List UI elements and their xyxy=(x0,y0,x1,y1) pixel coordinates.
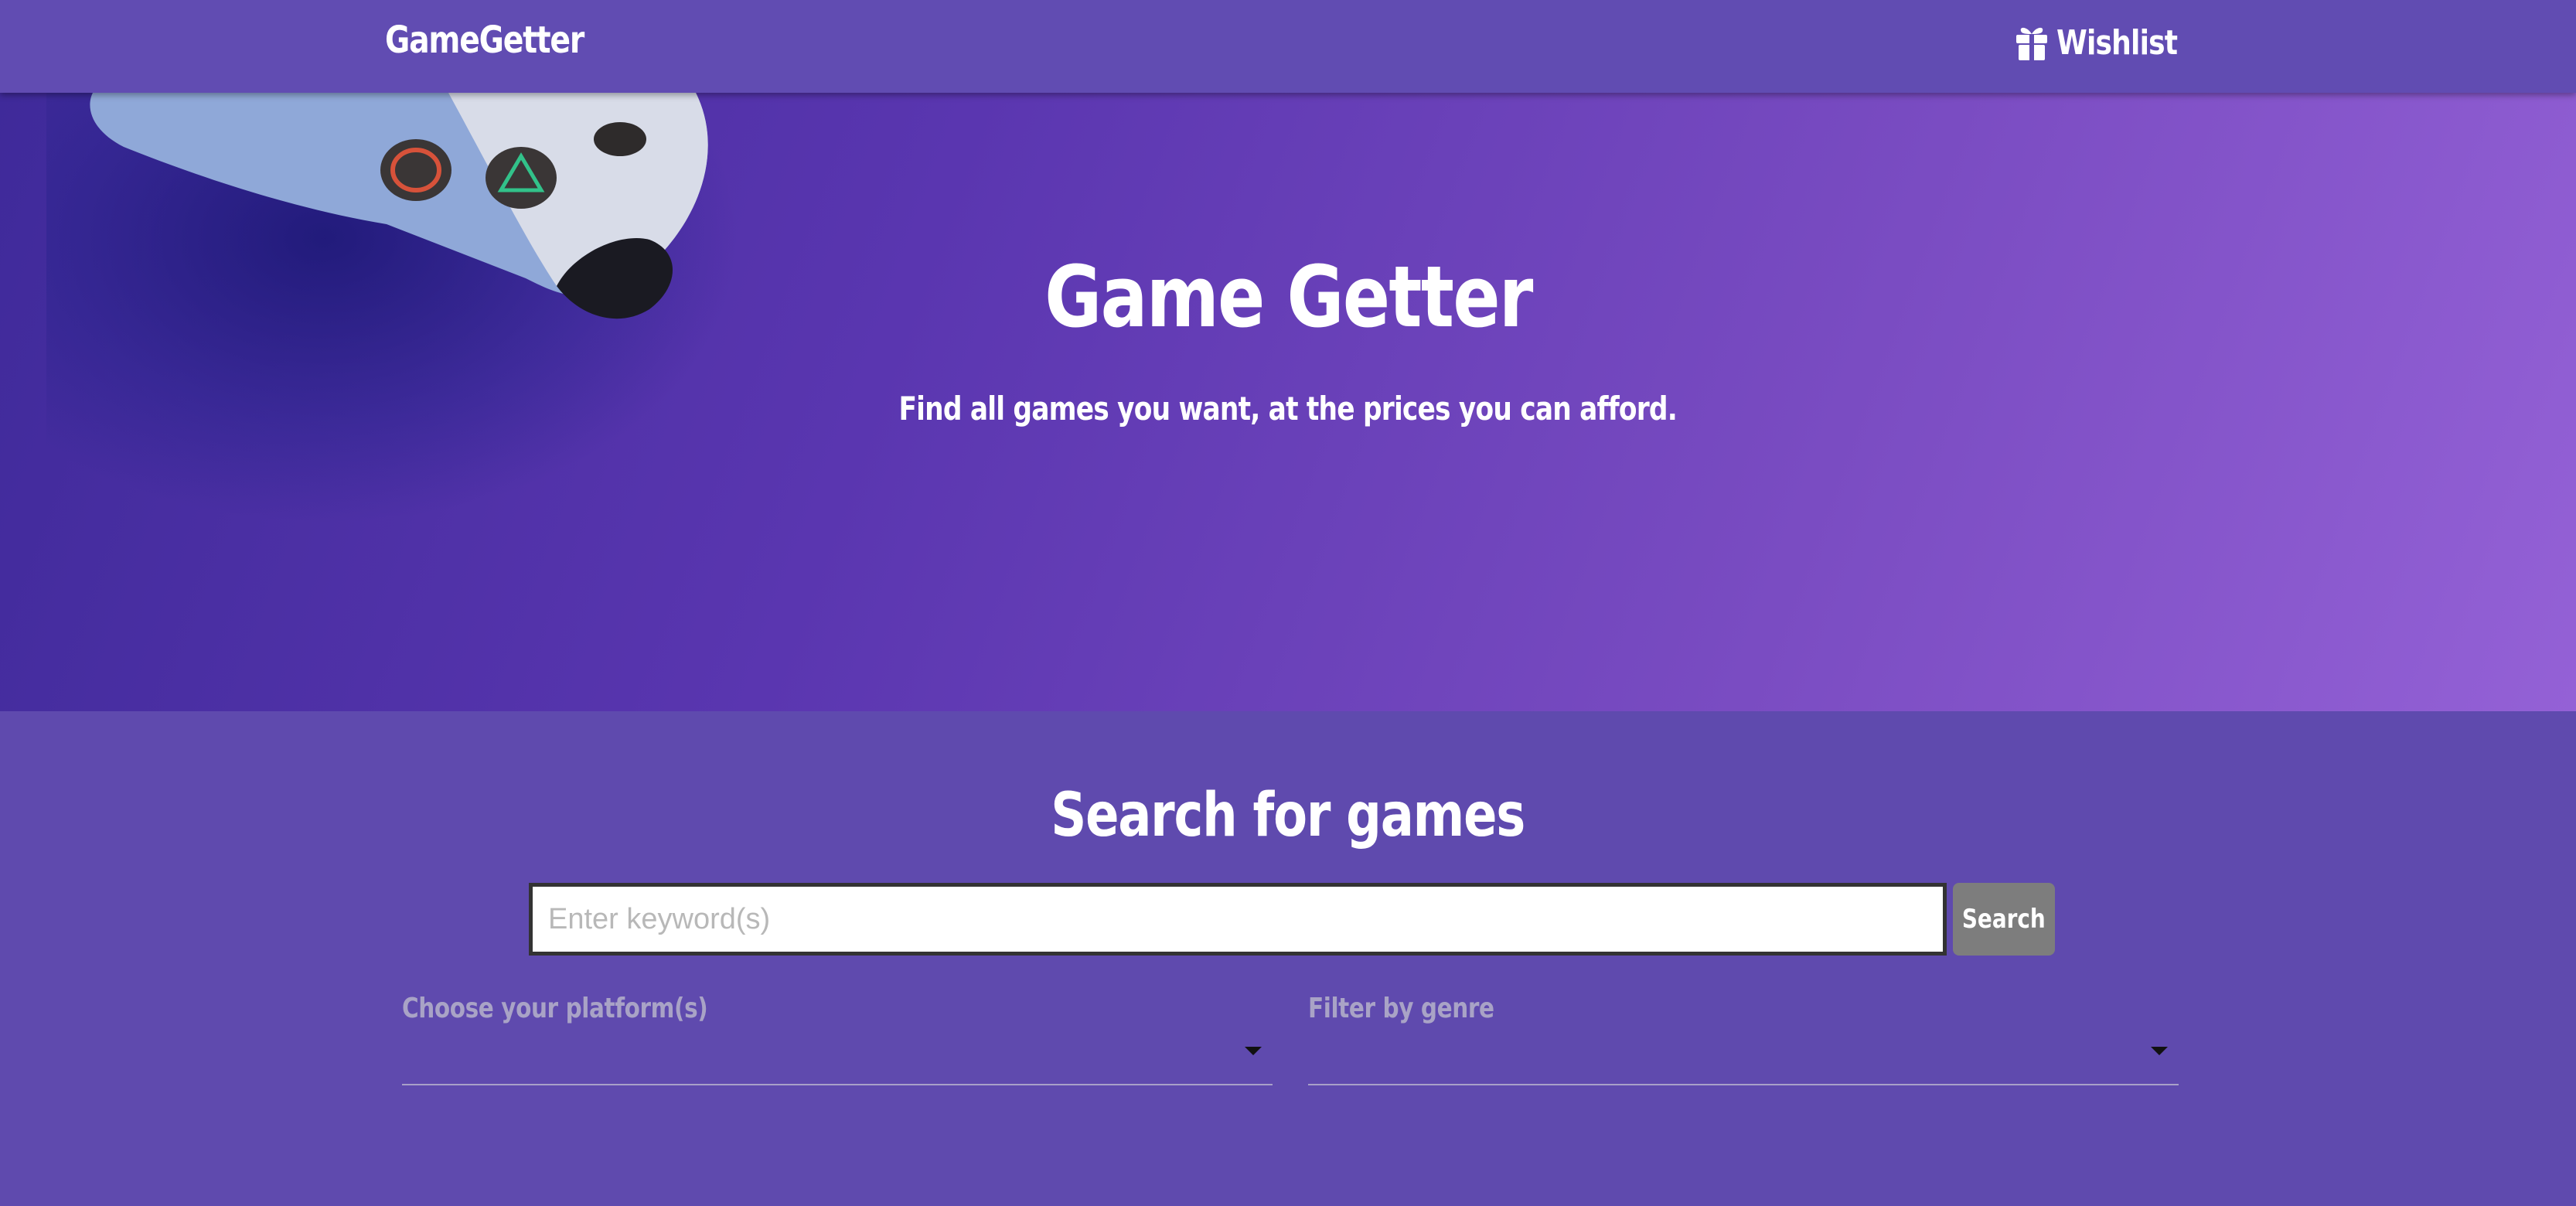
caret-down-icon xyxy=(2151,1047,2168,1055)
search-title: Search for games xyxy=(1051,781,1526,850)
gift-icon xyxy=(2016,27,2047,60)
brand-logo-link[interactable]: GameGetter xyxy=(385,19,584,62)
wishlist-label: Wishlist xyxy=(2056,23,2178,63)
genre-select-label: Filter by genre xyxy=(1308,993,1494,1024)
caret-down-icon xyxy=(1245,1047,1262,1055)
hero-subtitle: Find all games you want, at the prices y… xyxy=(898,390,1678,428)
keyword-search-input[interactable] xyxy=(529,883,1947,956)
hero-title: Game Getter xyxy=(1044,247,1533,346)
genre-select[interactable]: Filter by genre xyxy=(1308,993,2179,1085)
hero-banner: Game Getter Find all games you want, at … xyxy=(0,93,2576,711)
search-section: Search for games Search Choose your plat… xyxy=(0,711,2576,1206)
wishlist-link[interactable]: Wishlist xyxy=(2015,23,2204,63)
search-button[interactable]: Search xyxy=(1953,883,2055,956)
platform-select[interactable]: Choose your platform(s) xyxy=(402,993,1273,1085)
platform-select-label: Choose your platform(s) xyxy=(402,993,708,1024)
top-navbar: GameGetter Wishlist xyxy=(0,0,2576,93)
